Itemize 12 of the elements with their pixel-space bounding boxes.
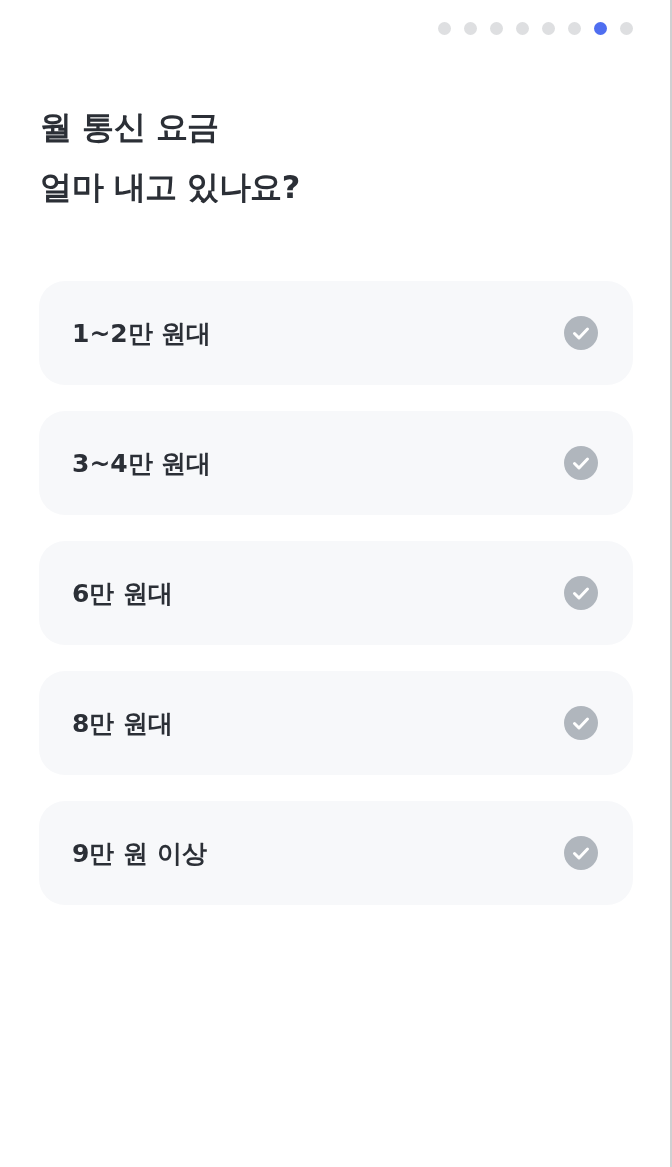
question-title: 월 통신 요금 bbox=[40, 107, 219, 148]
check-icon bbox=[564, 446, 598, 480]
check-icon bbox=[564, 706, 598, 740]
answer-option[interactable]: 6만 원대 bbox=[39, 541, 633, 645]
check-icon bbox=[564, 316, 598, 350]
answer-option[interactable]: 1~2만 원대 bbox=[39, 281, 633, 385]
check-icon bbox=[564, 836, 598, 870]
answer-option[interactable]: 9만 원 이상 bbox=[39, 801, 633, 905]
question-title: 얼마 내고 있나요? bbox=[40, 167, 300, 208]
answer-option[interactable]: 8만 원대 bbox=[39, 671, 633, 775]
check-icon bbox=[564, 576, 598, 610]
answer-option[interactable]: 3~4만 원대 bbox=[39, 411, 633, 515]
